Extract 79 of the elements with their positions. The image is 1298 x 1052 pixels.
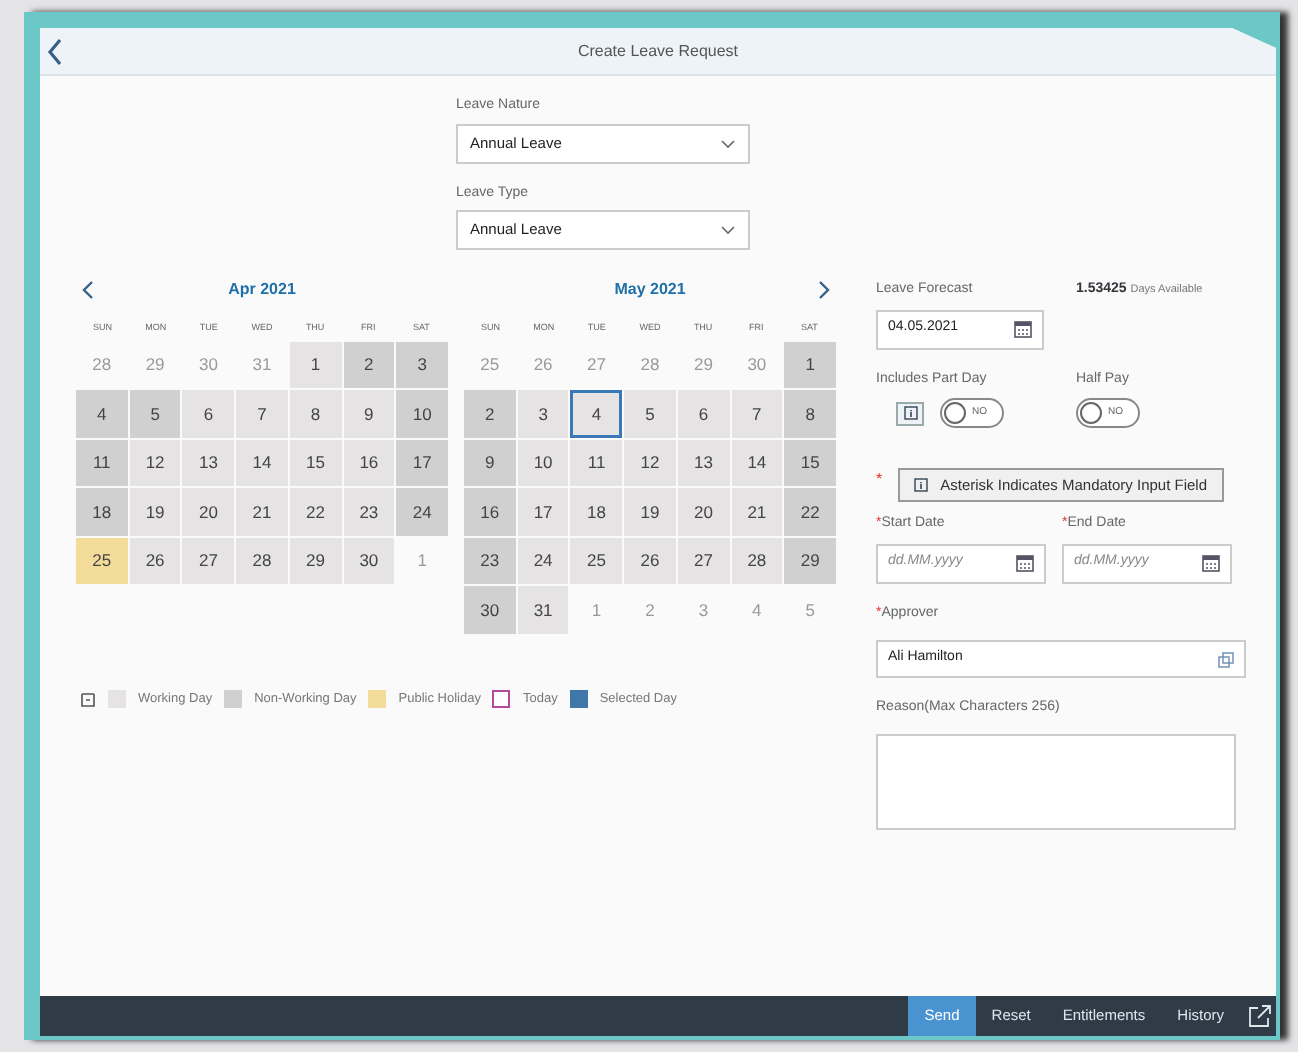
day-cell[interactable]: 19 bbox=[624, 488, 676, 536]
day-cell[interactable]: 10 bbox=[396, 390, 448, 438]
day-cell[interactable]: 13 bbox=[182, 439, 235, 487]
day-cell[interactable]: 27 bbox=[182, 537, 235, 585]
share-icon[interactable] bbox=[1248, 1004, 1272, 1028]
calendar-icon[interactable] bbox=[1014, 320, 1032, 338]
calendar-icon[interactable] bbox=[1202, 554, 1220, 572]
day-cell[interactable]: 11 bbox=[76, 439, 128, 487]
day-cell[interactable]: 20 bbox=[677, 488, 730, 536]
day-cell[interactable]: 14 bbox=[731, 439, 783, 487]
day-cell[interactable]: 27 bbox=[677, 537, 730, 585]
chevron-down-icon[interactable] bbox=[720, 224, 736, 236]
day-cell[interactable]: 31 bbox=[517, 586, 569, 634]
day-cell[interactable]: 5 bbox=[129, 390, 181, 438]
day-cell[interactable]: 6 bbox=[182, 390, 235, 438]
chevron-down-icon[interactable] bbox=[720, 137, 736, 149]
day-cell[interactable]: 18 bbox=[570, 488, 623, 536]
info-icon bbox=[903, 406, 917, 420]
chevron-left-icon[interactable] bbox=[80, 280, 96, 300]
day-cell[interactable]: 26 bbox=[129, 537, 181, 585]
day-cell[interactable]: 24 bbox=[517, 537, 569, 585]
day-cell[interactable]: 6 bbox=[677, 390, 730, 438]
day-cell[interactable]: 12 bbox=[624, 439, 676, 487]
day-cell[interactable]: 8 bbox=[784, 390, 836, 438]
day-cell[interactable]: 26 bbox=[624, 537, 676, 585]
day-cell[interactable]: 25 bbox=[76, 537, 128, 585]
page-title: Create Leave Request bbox=[575, 39, 741, 63]
info-button[interactable] bbox=[896, 401, 924, 425]
month-title: May 2021 bbox=[612, 278, 688, 302]
day-cell[interactable]: 3 bbox=[517, 390, 569, 438]
day-cell[interactable]: 29 bbox=[784, 537, 836, 585]
day-cell[interactable]: 4 bbox=[76, 390, 128, 438]
day-cell[interactable]: 8 bbox=[289, 390, 342, 438]
day-cell[interactable]: 10 bbox=[517, 439, 569, 487]
day-cell[interactable]: 23 bbox=[343, 488, 395, 536]
day-cell[interactable]: 16 bbox=[464, 488, 516, 536]
day-cell[interactable]: 1 bbox=[289, 341, 342, 389]
day-cell[interactable]: 9 bbox=[464, 439, 516, 487]
day-cell[interactable]: 21 bbox=[731, 488, 783, 536]
day-cell[interactable]: 28 bbox=[236, 537, 288, 585]
day-cell[interactable]: 24 bbox=[396, 488, 448, 536]
value-help-icon[interactable] bbox=[1218, 651, 1234, 667]
day-cell[interactable]: 2 bbox=[464, 390, 516, 438]
day-cell[interactable]: 22 bbox=[784, 488, 836, 536]
day-cell[interactable]: 4 bbox=[570, 390, 623, 438]
day-cell[interactable]: 25 bbox=[570, 537, 623, 585]
day-cell[interactable]: 19 bbox=[129, 488, 181, 536]
day-cell[interactable]: 11 bbox=[570, 439, 623, 487]
day-cell[interactable]: 18 bbox=[76, 488, 128, 536]
day-cell[interactable]: 7 bbox=[236, 390, 288, 438]
day-cell[interactable]: 17 bbox=[396, 439, 448, 487]
day-cell[interactable]: 30 bbox=[464, 586, 516, 634]
day-cell[interactable]: 13 bbox=[677, 439, 730, 487]
month-title: Apr 2021 bbox=[226, 278, 298, 302]
day-cell[interactable]: 28 bbox=[731, 537, 783, 585]
day-cell[interactable]: 29 bbox=[289, 537, 342, 585]
day-cell[interactable]: 30 bbox=[343, 537, 395, 585]
back-icon[interactable] bbox=[46, 37, 66, 65]
calendar-icon[interactable] bbox=[1016, 554, 1034, 572]
day-cell[interactable]: 3 bbox=[396, 341, 448, 389]
day-cell[interactable]: 12 bbox=[129, 439, 181, 487]
day-cell[interactable]: 20 bbox=[182, 488, 235, 536]
info-icon bbox=[914, 478, 929, 492]
day-cell[interactable]: 15 bbox=[784, 439, 836, 487]
day-cell[interactable]: 16 bbox=[343, 439, 395, 487]
day-cell[interactable]: 7 bbox=[731, 390, 783, 438]
day-cell[interactable]: 21 bbox=[236, 488, 288, 536]
day-cell[interactable]: 2 bbox=[343, 341, 395, 389]
day-cell[interactable]: 9 bbox=[343, 390, 395, 438]
day-cell[interactable]: 1 bbox=[784, 341, 836, 389]
day-cell[interactable]: 22 bbox=[289, 488, 342, 536]
chevron-right-icon[interactable] bbox=[816, 280, 832, 300]
collapse-icon[interactable] bbox=[80, 691, 96, 708]
day-cell[interactable]: 17 bbox=[517, 488, 569, 536]
day-cell[interactable]: 14 bbox=[236, 439, 288, 487]
day-cell[interactable]: 23 bbox=[464, 537, 516, 585]
day-cell[interactable]: 15 bbox=[289, 439, 342, 487]
day-cell[interactable]: 5 bbox=[624, 390, 676, 438]
asterisk-mark: * bbox=[876, 468, 883, 492]
